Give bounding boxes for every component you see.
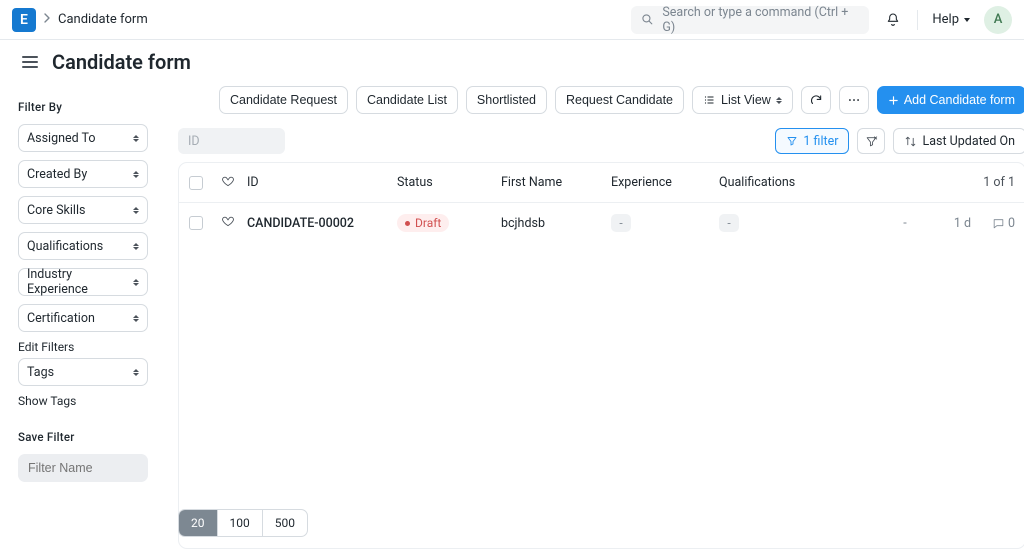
comment-icon [992,217,1005,230]
clear-filter-button[interactable] [857,128,885,154]
sort-icon [133,369,139,376]
table-row[interactable]: CANDIDATE-00002 Draft bcjhdsb - - - 1 d … [179,203,1024,243]
filter-count-chip[interactable]: 1 filter [775,128,849,154]
sort-arrows-icon [904,135,917,148]
row-like-button[interactable] [221,214,247,232]
page-size-500[interactable]: 500 [262,510,307,536]
data-table: ID Status First Name Experience Qualific… [178,162,1024,549]
filter-core-skills[interactable]: Core Skills [18,196,148,224]
show-tags-link[interactable]: Show Tags [18,394,148,408]
action-toolbar: Candidate Request Candidate List Shortli… [178,86,1024,114]
like-column-header[interactable] [221,174,247,192]
filter-assigned-to[interactable]: Assigned To [18,124,148,152]
filter-qualifications[interactable]: Qualifications [18,232,148,260]
page-size-100[interactable]: 100 [217,510,262,536]
cell-id: CANDIDATE-00002 [247,216,397,231]
page-title: Candidate form [52,50,191,74]
filter-sidebar: Filter By Assigned To Created By Core Sk… [0,74,166,549]
col-id[interactable]: ID [247,175,397,190]
heart-icon [221,214,235,228]
sidebar-toggle[interactable] [18,52,42,72]
row-checkbox[interactable] [189,216,203,230]
sort-icon [133,135,139,142]
candidate-request-button[interactable]: Candidate Request [219,86,348,114]
ellipsis-icon [847,93,861,107]
filter-tags[interactable]: Tags [18,358,148,386]
cell-experience: - [611,214,719,232]
filter-by-heading: Filter By [18,100,148,114]
shortlisted-button[interactable]: Shortlisted [466,86,547,114]
bell-icon [885,12,901,28]
edit-filters-link[interactable]: Edit Filters [18,340,148,354]
sort-icon [133,207,139,214]
search-placeholder: Search or type a command (Ctrl + G) [662,5,859,35]
cell-assigned: - [875,216,935,231]
help-dropdown[interactable]: Help [928,12,974,27]
cell-comments[interactable]: 0 [975,216,1015,231]
save-filter-heading: Save Filter [18,430,148,444]
cell-first-name: bcjhdsb [501,216,611,231]
sort-icon [776,97,782,104]
user-avatar[interactable]: A [984,6,1012,34]
search-icon [641,13,654,26]
col-first-name[interactable]: First Name [501,175,611,190]
filter-name-input[interactable] [18,454,148,482]
page-size-pager: 20 100 500 [178,509,308,537]
filter-industry-experience[interactable]: Industry Experience [18,268,148,296]
funnel-icon [786,135,798,147]
candidate-list-button[interactable]: Candidate List [356,86,458,114]
add-candidate-button[interactable]: Add Candidate form [877,86,1024,114]
sort-icon [133,279,139,286]
heart-icon [221,174,235,188]
request-candidate-button[interactable]: Request Candidate [555,86,684,114]
cell-status: Draft [397,214,501,232]
sort-icon [133,315,139,322]
app-logo[interactable]: E [12,8,36,32]
select-all-checkbox[interactable] [189,176,203,190]
divider [917,10,918,30]
plus-icon [888,95,899,106]
breadcrumb[interactable]: Candidate form [58,12,148,27]
record-count: 1 of 1 [875,175,1015,190]
col-status[interactable]: Status [397,175,501,190]
list-view-dropdown[interactable]: List View [692,86,793,114]
sort-icon [133,171,139,178]
sort-icon [133,243,139,250]
filter-bar: ID 1 filter Last Updated On [178,128,1024,154]
list-icon [703,94,716,106]
chevron-right-icon [44,12,50,27]
refresh-button[interactable] [801,86,831,114]
id-filter-input[interactable]: ID [178,128,285,154]
col-experience[interactable]: Experience [611,175,719,190]
notifications-button[interactable] [879,6,907,34]
global-search[interactable]: Search or type a command (Ctrl + G) [631,6,869,34]
more-menu-button[interactable] [839,86,869,114]
funnel-x-icon [865,135,878,148]
top-navbar: E Candidate form Search or type a comman… [0,0,1024,40]
refresh-icon [809,93,823,107]
sort-dropdown[interactable]: Last Updated On [893,128,1024,154]
cell-qualifications: - [719,214,875,232]
table-header: ID Status First Name Experience Qualific… [179,163,1024,203]
filter-certification[interactable]: Certification [18,304,148,332]
col-qualifications[interactable]: Qualifications [719,175,875,190]
page-size-20[interactable]: 20 [179,510,217,536]
filter-created-by[interactable]: Created By [18,160,148,188]
cell-age: 1 d [935,216,975,231]
